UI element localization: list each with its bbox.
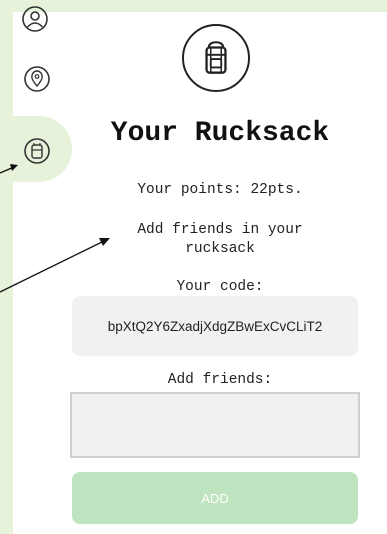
rucksack-icon[interactable] bbox=[22, 136, 52, 166]
friends-code-input[interactable] bbox=[70, 392, 360, 458]
add-button[interactable]: ADD bbox=[72, 472, 358, 524]
location-pin-icon-graphic bbox=[24, 66, 50, 92]
page-title: Your Rucksack bbox=[110, 118, 330, 149]
your-code-label: Your code: bbox=[176, 279, 264, 295]
backpack-icon bbox=[205, 41, 227, 74]
profile-icon[interactable] bbox=[20, 4, 50, 34]
points-text: Your points: 22pts. bbox=[137, 182, 303, 198]
code-value: bpXtQ2Y6ZxadjXdgZBwExCvCLiT2 bbox=[107, 318, 323, 334]
add-friends-label: Add friends: bbox=[167, 372, 273, 388]
profile-icon-graphic bbox=[22, 6, 48, 32]
rucksack-logo bbox=[182, 24, 250, 92]
add-friends-hint: Add friends in your rucksack bbox=[137, 222, 303, 257]
rucksack-nav-icon-graphic bbox=[24, 138, 50, 164]
code-box[interactable]: bpXtQ2Y6ZxadjXdgZBwExCvCLiT2 bbox=[72, 296, 358, 356]
location-pin-icon[interactable] bbox=[22, 64, 52, 94]
